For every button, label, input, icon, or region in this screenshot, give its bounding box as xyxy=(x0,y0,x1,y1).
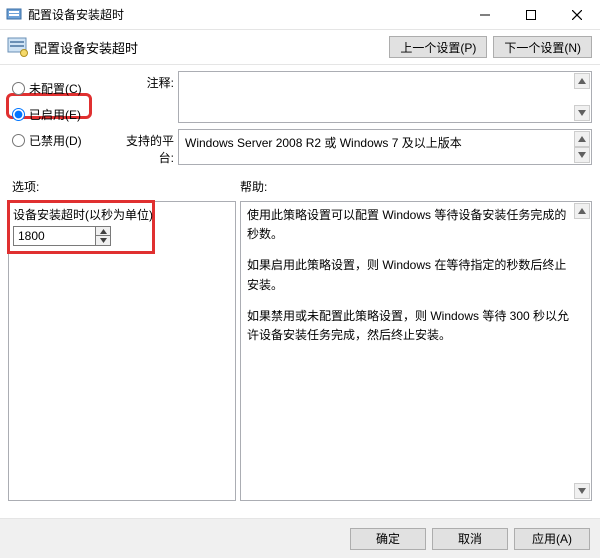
comment-label: 注释: xyxy=(112,71,178,123)
help-text-2: 如果启用此策略设置，则 Windows 在等待指定的秒数后终止安装。 xyxy=(247,256,571,294)
radio-disabled-label: 已禁用(D) xyxy=(29,132,82,149)
scroll-down-icon[interactable] xyxy=(574,483,590,499)
minimize-button[interactable] xyxy=(462,0,508,29)
scroll-down-icon[interactable] xyxy=(574,105,590,121)
platform-field: Windows Server 2008 R2 或 Windows 7 及以上版本 xyxy=(178,129,592,165)
cancel-button[interactable]: 取消 xyxy=(432,528,508,550)
policy-icon xyxy=(6,36,28,58)
radio-disabled[interactable] xyxy=(12,134,25,147)
timeout-input[interactable] xyxy=(13,226,95,246)
close-button[interactable] xyxy=(554,0,600,29)
options-label: 选项: xyxy=(12,178,240,195)
scroll-up-icon[interactable] xyxy=(574,131,590,147)
ok-button[interactable]: 确定 xyxy=(350,528,426,550)
previous-setting-button[interactable]: 上一个设置(P) xyxy=(389,36,487,58)
help-text-3: 如果禁用或未配置此策略设置，则 Windows 等待 300 秒以允许设备安装任… xyxy=(247,307,571,345)
help-text-1: 使用此策略设置可以配置 Windows 等待设备安装任务完成的秒数。 xyxy=(247,206,571,244)
scroll-up-icon[interactable] xyxy=(574,203,590,219)
apply-button[interactable]: 应用(A) xyxy=(514,528,590,550)
scroll-down-icon[interactable] xyxy=(574,147,590,163)
app-icon xyxy=(6,7,22,23)
next-setting-button[interactable]: 下一个设置(N) xyxy=(493,36,592,58)
help-label: 帮助: xyxy=(240,178,592,195)
radio-not-configured-label: 未配置(C) xyxy=(29,80,82,97)
window-title: 配置设备安装超时 xyxy=(22,6,462,23)
help-pane: 使用此策略设置可以配置 Windows 等待设备安装任务完成的秒数。 如果启用此… xyxy=(240,201,592,501)
maximize-button[interactable] xyxy=(508,0,554,29)
spinner-up-button[interactable] xyxy=(96,227,110,236)
radio-not-configured[interactable] xyxy=(12,82,25,95)
comment-field[interactable] xyxy=(178,71,592,123)
platform-label: 支持的平台: xyxy=(112,129,178,166)
radio-enabled-label: 已启用(E) xyxy=(29,106,81,123)
page-title: 配置设备安装超时 xyxy=(34,38,389,57)
options-pane: 设备安装超时(以秒为单位) xyxy=(8,201,236,501)
radio-enabled[interactable] xyxy=(12,108,25,121)
timeout-label: 设备安装超时(以秒为单位) xyxy=(13,206,153,223)
spinner-down-button[interactable] xyxy=(96,236,110,245)
scroll-up-icon[interactable] xyxy=(574,73,590,89)
platform-value: Windows Server 2008 R2 或 Windows 7 及以上版本 xyxy=(185,136,462,150)
